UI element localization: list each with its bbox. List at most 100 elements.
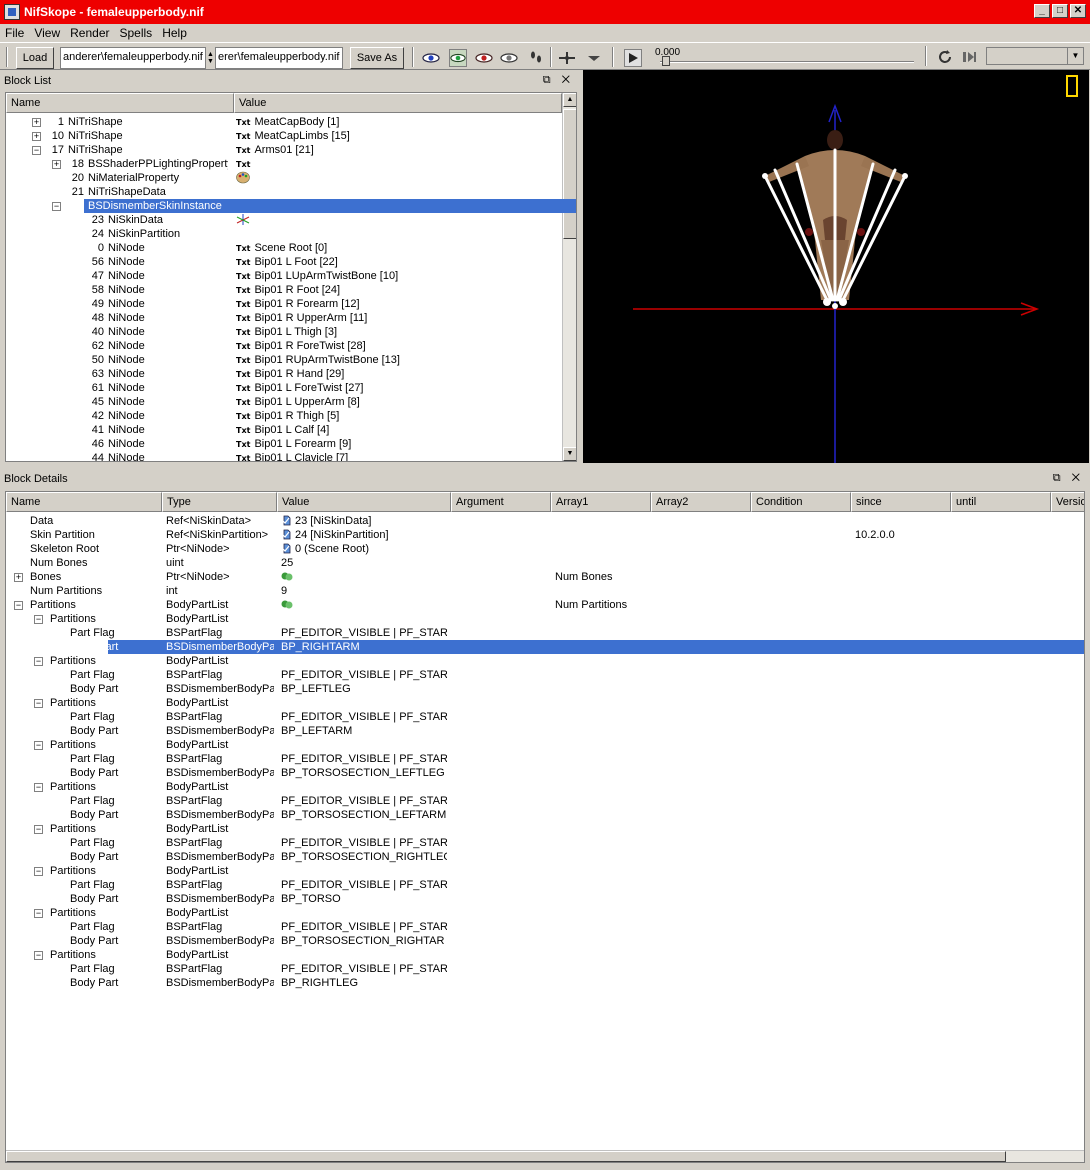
menu-view[interactable]: View [29, 26, 65, 40]
detail-row[interactable]: Data Ref<NiSkinData> 23 [NiSkinData] [6, 514, 1084, 528]
detail-value-cell[interactable]: BP_TORSOSECTION_LEFTARM [281, 808, 447, 822]
time-slider-track[interactable] [660, 61, 914, 63]
detail-row[interactable]: − Partitions BodyPartList [6, 612, 1084, 626]
collapse-icon[interactable]: − [34, 951, 43, 960]
details-horizontal-scrollbar[interactable] [6, 1150, 1084, 1162]
detail-value-cell[interactable]: 24 [NiSkinPartition] [281, 528, 447, 542]
scene-render[interactable] [583, 70, 1089, 463]
column-header-array1[interactable]: Array1 [551, 492, 651, 512]
detail-value-cell[interactable]: BP_RIGHTARM [281, 640, 447, 654]
block-row[interactable]: 61 NiNode Txt Bip01 L ForeTwist [27] [6, 381, 562, 395]
detail-row[interactable]: + Bones Ptr<NiNode> Num Bones [6, 570, 1084, 584]
load-path-input[interactable]: anderer\femaleupperbody.nif [60, 47, 206, 69]
expand-icon[interactable]: + [32, 132, 41, 141]
detail-row[interactable]: Part Flag BSPartFlag PF_EDITOR_VISIBLE | P… [6, 626, 1084, 640]
eye-gray-icon[interactable] [500, 49, 518, 67]
load-button[interactable]: Load [16, 47, 54, 69]
collapse-icon[interactable]: − [32, 146, 41, 155]
detail-value-cell[interactable] [281, 738, 447, 752]
play-icon[interactable] [624, 49, 642, 67]
detail-row[interactable]: Part Flag BSPartFlag PF_EDITOR_VISIBLE | P… [6, 878, 1084, 892]
toolbar-grip[interactable] [6, 47, 8, 67]
detail-value-cell[interactable]: 0 (Scene Root) [281, 542, 447, 556]
dock-float-close-icons[interactable]: ⧉ ✕ [543, 74, 574, 87]
loop-icon[interactable] [936, 48, 954, 66]
block-row[interactable]: 0 NiNode Txt Scene Root [0] [6, 241, 562, 255]
detail-value-cell[interactable]: PF_EDITOR_VISIBLE | PF_STAR [281, 794, 447, 808]
scroll-thumb[interactable] [563, 109, 576, 239]
detail-value-cell[interactable]: PF_EDITOR_VISIBLE | PF_STAR [281, 710, 447, 724]
detail-value-cell[interactable]: BP_TORSOSECTION_LEFTLEG [281, 766, 447, 780]
column-header-name[interactable]: Name [6, 492, 162, 512]
detail-row[interactable]: Part Flag BSPartFlag PF_EDITOR_VISIBLE | P… [6, 668, 1084, 682]
detail-value-cell[interactable]: BP_RIGHTLEG [281, 976, 447, 990]
menu-help[interactable]: Help [157, 26, 192, 40]
block-row[interactable]: 50 NiNode Txt Bip01 RUpArmTwistBone [13] [6, 353, 562, 367]
column-header-version[interactable]: Versio [1051, 492, 1084, 512]
switch-animation-icon[interactable] [961, 48, 979, 66]
dock-float-close-icons[interactable]: ⧉ ✕ [1053, 472, 1084, 485]
block-row[interactable]: 45 NiNode Txt Bip01 L UpperArm [8] [6, 395, 562, 409]
menu-file[interactable]: File [0, 26, 29, 40]
eye-blue-icon[interactable] [422, 49, 440, 67]
block-row[interactable]: +1 NiTriShape Txt MeatCapBody [1] [6, 115, 562, 129]
detail-value-cell[interactable] [281, 612, 447, 626]
block-row[interactable]: +18 BSShaderPPLightingProperty Txt [6, 157, 562, 171]
detail-row[interactable]: − Partitions BodyPartList Num Partitions [6, 598, 1084, 612]
detail-value-cell[interactable] [281, 948, 447, 962]
footprints-icon[interactable] [527, 49, 545, 67]
detail-row[interactable]: Skeleton Root Ptr<NiNode> 0 (Scene Root) [6, 542, 1084, 556]
detail-row[interactable]: − Partitions BodyPartList [6, 948, 1084, 962]
column-header-argument[interactable]: Argument [451, 492, 551, 512]
block-row[interactable]: 24 NiSkinPartition [6, 227, 562, 241]
detail-row[interactable]: Num Bones uint 25 [6, 556, 1084, 570]
block-row[interactable]: 44 NiNode Txt Bip01 L Clavicle [7] [6, 451, 562, 461]
collapse-icon[interactable]: − [34, 741, 43, 750]
menu-render[interactable]: Render [65, 26, 114, 40]
detail-value-cell[interactable]: PF_EDITOR_VISIBLE | PF_STAR [281, 668, 447, 682]
detail-value-cell[interactable]: PF_EDITOR_VISIBLE | PF_STAR [281, 626, 447, 640]
detail-row[interactable]: Body Part BSDismemberBodyPa BP_LEFTLEG [6, 682, 1084, 696]
block-row[interactable]: 62 NiNode Txt Bip01 R ForeTwist [28] [6, 339, 562, 353]
detail-row[interactable]: Body Part BSDismemberBodyPa BP_TORSO [6, 892, 1084, 906]
detail-row[interactable]: Body Part BSDismemberBodyPa BP_LEFTARM [6, 724, 1084, 738]
detail-value-cell[interactable]: BP_TORSOSECTION_RIGHTAR [281, 934, 447, 948]
detail-value-cell[interactable] [281, 864, 447, 878]
path-swap-arrows-icon[interactable]: ▲ ▼ [207, 51, 214, 65]
detail-value-cell[interactable]: BP_TORSOSECTION_RIGHTLEG [281, 850, 447, 864]
expand-icon[interactable]: + [14, 573, 23, 582]
block-row[interactable]: 47 NiNode Txt Bip01 LUpArmTwistBone [10] [6, 269, 562, 283]
detail-row[interactable]: Part Flag BSPartFlag PF_EDITOR_VISIBLE | P… [6, 752, 1084, 766]
column-header-value[interactable]: Value [277, 492, 451, 512]
detail-value-cell[interactable] [281, 906, 447, 920]
collapse-icon[interactable]: − [34, 909, 43, 918]
detail-row[interactable]: Body Part BSDismemberBodyPa BP_RIGHTARM [6, 640, 1084, 654]
detail-row[interactable]: − Partitions BodyPartList [6, 780, 1084, 794]
detail-value-cell[interactable]: 9 [281, 584, 447, 598]
block-row[interactable]: 40 NiNode Txt Bip01 L Thigh [3] [6, 325, 562, 339]
column-header-array2[interactable]: Array2 [651, 492, 751, 512]
detail-value-cell[interactable]: PF_EDITOR_VISIBLE | PF_STAR [281, 962, 447, 976]
detail-value-cell[interactable]: BP_LEFTARM [281, 724, 447, 738]
detail-row[interactable]: − Partitions BodyPartList [6, 654, 1084, 668]
block-details-view[interactable]: Name Type Value Argument Array1 Array2 C… [5, 491, 1085, 1163]
scroll-down-icon[interactable]: ▼ [563, 447, 576, 461]
block-row[interactable]: 58 NiNode Txt Bip01 R Foot [24] [6, 283, 562, 297]
collapse-icon[interactable]: − [14, 601, 23, 610]
minimize-button[interactable]: _ [1034, 4, 1050, 18]
detail-row[interactable]: − Partitions BodyPartList [6, 864, 1084, 878]
block-row[interactable]: 42 NiNode Txt Bip01 R Thigh [5] [6, 409, 562, 423]
detail-row[interactable]: Body Part BSDismemberBodyPa BP_TORSOSECTIO… [6, 850, 1084, 864]
block-list-view[interactable]: Name Value ▲ ▼ +1 NiTriShape Txt MeatCapBod… [5, 92, 577, 462]
block-row[interactable]: 21 NiTriShapeData [6, 185, 562, 199]
scroll-thumb[interactable] [6, 1151, 1006, 1162]
block-row[interactable]: 20 NiMaterialProperty [6, 171, 562, 185]
eye-red-icon[interactable] [475, 49, 493, 67]
detail-value-cell[interactable]: PF_EDITOR_VISIBLE | PF_STAR [281, 920, 447, 934]
scroll-up-icon[interactable]: ▲ [563, 93, 576, 107]
column-header-until[interactable]: until [951, 492, 1051, 512]
detail-value-cell[interactable]: BP_LEFTLEG [281, 682, 447, 696]
collapse-icon[interactable]: − [34, 783, 43, 792]
detail-value-cell[interactable]: PF_EDITOR_VISIBLE | PF_STAR [281, 878, 447, 892]
block-row[interactable]: 23 NiSkinData [6, 213, 562, 227]
